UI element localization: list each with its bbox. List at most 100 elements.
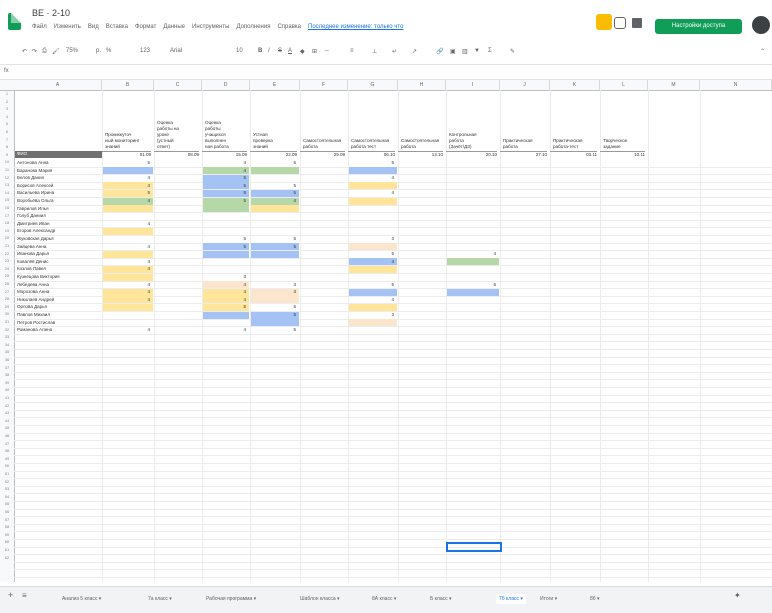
mark-cell[interactable] [349, 319, 397, 327]
mark-cell[interactable] [349, 197, 397, 205]
row-number[interactable]: 21 [0, 243, 14, 248]
column-header[interactable]: G [348, 80, 398, 90]
text-color-icon[interactable]: A [288, 48, 292, 54]
row-number[interactable]: 33 [0, 334, 14, 339]
rotate-icon[interactable]: ↗ [412, 48, 417, 55]
document-title[interactable]: ВЕ · 2-10 [32, 8, 70, 18]
row-number[interactable]: 52 [0, 479, 14, 484]
student-name-cell[interactable]: Егоров Александр [17, 228, 100, 233]
filter-icon[interactable]: ▼ [474, 48, 480, 54]
row-number[interactable]: 4 [0, 114, 14, 119]
italic-icon[interactable]: I [268, 48, 270, 54]
bold-icon[interactable]: B [258, 48, 262, 54]
menu-item[interactable]: Изменить [54, 24, 81, 30]
student-name-cell[interactable]: Иванова Дарья [17, 251, 100, 256]
history-icon[interactable] [614, 17, 626, 29]
share-button[interactable]: Настройки доступа [655, 19, 742, 34]
column-header[interactable]: I [446, 80, 500, 90]
mark-cell[interactable] [203, 311, 249, 319]
sheet-tab[interactable]: Итоги ▾ [540, 594, 557, 604]
student-name-cell[interactable]: Голуб Даниил [17, 213, 100, 218]
font-size-select[interactable]: 10 [236, 48, 243, 54]
borders-icon[interactable]: ⊞ [312, 48, 317, 55]
student-name-cell[interactable]: Петров Ростислав [17, 320, 100, 325]
student-name-cell[interactable]: Баранова Мария [17, 168, 100, 173]
date-cell[interactable]: 03.11 [550, 151, 597, 157]
row-number[interactable]: 53 [0, 486, 14, 491]
row-number[interactable]: 42 [0, 403, 14, 408]
comment-icon[interactable]: ▣ [450, 48, 456, 55]
row-number[interactable]: 29 [0, 304, 14, 309]
student-name-cell[interactable]: Козлов Павел [17, 266, 100, 271]
row-number[interactable]: 59 [0, 532, 14, 537]
chart-icon[interactable]: ▥ [462, 48, 468, 55]
row-number[interactable]: 23 [0, 258, 14, 263]
date-cell[interactable]: 15.09 [202, 151, 247, 157]
link-icon[interactable]: 🔗 [436, 48, 443, 55]
date-cell[interactable]: 13.10 [398, 151, 443, 157]
mark-cell[interactable] [349, 182, 397, 190]
sheet-tab[interactable]: Б класс ▾ [430, 594, 452, 604]
row-number[interactable]: 17 [0, 213, 14, 218]
add-sheet-icon[interactable]: + [8, 590, 13, 600]
date-cell[interactable]: 22.09 [250, 151, 297, 157]
mark-cell[interactable] [251, 319, 299, 327]
column-header[interactable]: N [700, 80, 772, 90]
row-number[interactable]: 11 [0, 167, 14, 172]
row-number[interactable]: 35 [0, 349, 14, 354]
row-number[interactable]: 19 [0, 228, 14, 233]
student-name-cell[interactable]: Дмитриев Иван [17, 221, 100, 226]
sheet-tab[interactable]: 8А класс ▾ [372, 594, 396, 604]
student-name-cell[interactable]: Романова Алина [17, 327, 100, 332]
mark-cell[interactable] [251, 205, 299, 213]
mark-cell[interactable] [251, 296, 299, 304]
selected-cell[interactable] [446, 542, 502, 552]
mark-cell[interactable] [251, 250, 299, 258]
row-number[interactable]: 37 [0, 365, 14, 370]
row-number[interactable]: 47 [0, 441, 14, 446]
row-number[interactable]: 43 [0, 410, 14, 415]
student-name-cell[interactable]: Зайцева Анна [17, 244, 100, 249]
mark-cell[interactable] [447, 288, 499, 296]
mark-cell[interactable] [103, 205, 153, 213]
row-number[interactable]: 2 [0, 99, 14, 104]
mark-cell[interactable] [103, 273, 153, 281]
row-number[interactable]: 9 [0, 152, 14, 157]
undo-icon[interactable]: ↶ [22, 48, 27, 55]
student-name-cell[interactable]: Орлова Дарья [17, 304, 100, 309]
row-number[interactable]: 51 [0, 471, 14, 476]
column-header[interactable]: F [300, 80, 348, 90]
mark-cell[interactable] [349, 288, 397, 296]
mark-cell[interactable] [349, 243, 397, 251]
row-number[interactable]: 24 [0, 266, 14, 271]
sheet-tab[interactable]: Рабочая программа ▾ [206, 594, 256, 604]
student-name-cell[interactable]: Воробьёва Ольга [17, 198, 100, 203]
mark-cell[interactable] [103, 167, 153, 175]
zoom-select[interactable]: 75% [66, 48, 78, 54]
row-number[interactable]: 48 [0, 448, 14, 453]
mark-cell[interactable] [251, 167, 299, 175]
menu-item[interactable]: Формат [135, 24, 156, 30]
row-number[interactable]: 56 [0, 509, 14, 514]
row-number[interactable]: 57 [0, 517, 14, 522]
row-number[interactable]: 55 [0, 501, 14, 506]
row-number[interactable]: 5 [0, 121, 14, 126]
column-header[interactable]: C [154, 80, 202, 90]
column-header[interactable]: L [600, 80, 648, 90]
date-cell[interactable]: 10.11 [600, 151, 645, 157]
student-name-cell[interactable]: Васильева Ирина [17, 190, 100, 195]
currency-icon[interactable]: р. [96, 48, 101, 54]
redo-icon[interactable]: ↷ [32, 48, 37, 55]
date-cell[interactable]: 06.10 [348, 151, 395, 157]
student-name-cell[interactable]: Лебедева Анна [17, 282, 100, 287]
row-number[interactable]: 34 [0, 342, 14, 347]
row-number[interactable]: 26 [0, 281, 14, 286]
row-number[interactable]: 45 [0, 425, 14, 430]
input-tools-icon[interactable]: ✎ [510, 48, 515, 55]
menu-item[interactable]: Инструменты [192, 24, 229, 30]
explore-icon[interactable]: ✦ [734, 591, 741, 601]
student-name-cell[interactable]: Гаврилов Илья [17, 206, 100, 211]
number-format-select[interactable]: 123 [140, 48, 150, 54]
row-number[interactable]: 12 [0, 175, 14, 180]
menu-item[interactable]: Дополнения [236, 24, 270, 30]
